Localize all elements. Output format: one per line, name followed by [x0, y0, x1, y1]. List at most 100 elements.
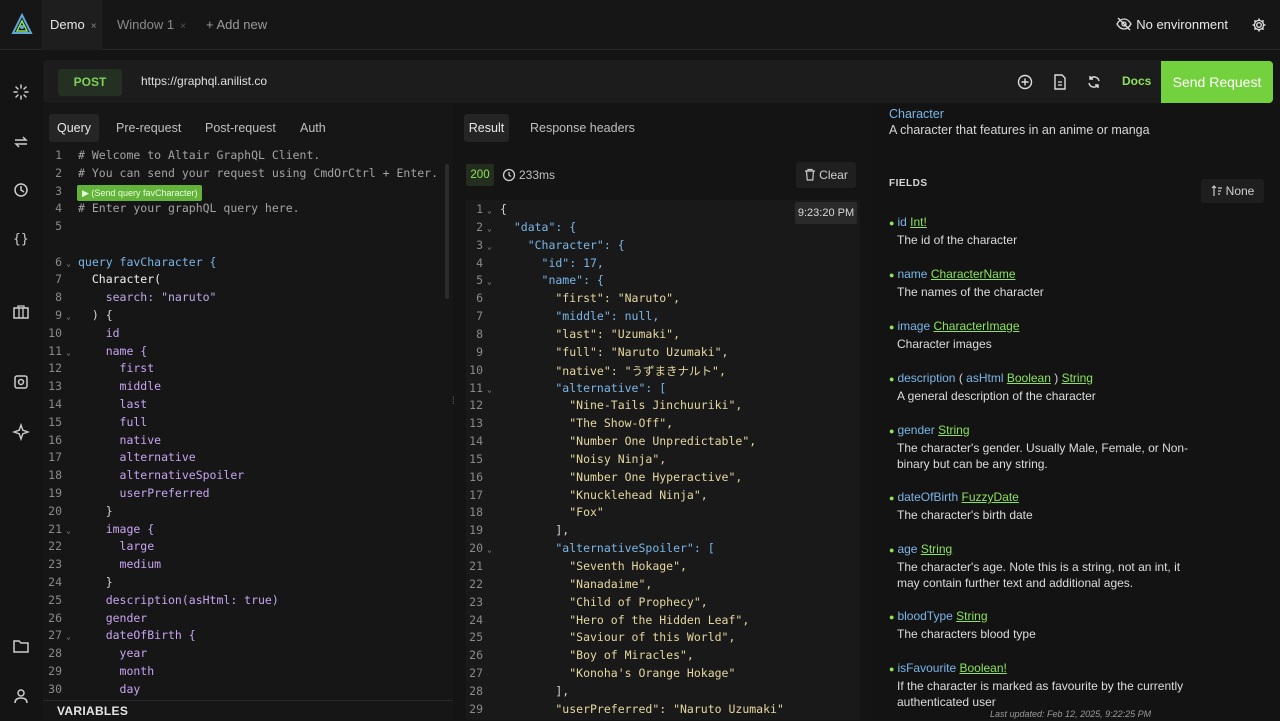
line-number: 20	[48, 503, 62, 518]
query-code-line: query favCharacter {	[78, 254, 217, 269]
field-type-link[interactable]: String	[938, 423, 969, 437]
panel-resize-handle[interactable]: ⁞	[452, 396, 457, 424]
field-description: Character images	[897, 337, 992, 351]
user-icon[interactable]	[12, 687, 30, 705]
line-number: 25	[48, 592, 62, 607]
docs-field-gender[interactable]: ● gender String The character's gender. Us…	[889, 422, 1189, 472]
field-name[interactable]: bloodType	[897, 609, 952, 623]
environment-selector[interactable]: No environment	[1116, 0, 1228, 50]
fold-chevron-icon[interactable]: ⌄	[487, 545, 492, 554]
fold-chevron-icon[interactable]: ⌄	[487, 224, 492, 233]
status-badge: 200	[466, 164, 494, 186]
close-tab-icon[interactable]: ×	[91, 21, 97, 32]
settings-gear-icon[interactable]	[1251, 17, 1267, 33]
field-type-link[interactable]: String	[921, 542, 952, 556]
tab-post-request[interactable]: Post-request	[205, 114, 276, 142]
line-number: 5	[476, 273, 483, 288]
field-type-link[interactable]: CharacterName	[931, 267, 1016, 281]
send-query-hint[interactable]: ▶ (Send query favCharacter)	[77, 185, 203, 201]
fold-chevron-icon[interactable]: ⌄	[487, 385, 492, 394]
field-type-link[interactable]: String	[956, 609, 987, 623]
field-arg-type-link[interactable]: Boolean	[1007, 371, 1051, 385]
bullet-icon: ●	[889, 218, 895, 228]
tab-demo[interactable]: Demo ×	[42, 0, 102, 50]
field-name[interactable]: gender	[897, 423, 934, 437]
fold-chevron-icon[interactable]: ⌄	[66, 312, 71, 321]
altair-logo-icon[interactable]	[11, 13, 33, 37]
sparkle-icon[interactable]	[12, 423, 30, 441]
line-number: 1	[476, 202, 483, 216]
folder-icon[interactable]	[12, 637, 30, 655]
request-bar: POST https://graphql.anilist.co Docs Sen…	[43, 60, 1273, 103]
fold-chevron-icon[interactable]: ⌄	[66, 632, 71, 641]
field-type-link[interactable]: Boolean!	[959, 661, 1006, 675]
docs-field-bloodType[interactable]: ● bloodType String The characters blood ty…	[889, 608, 1189, 642]
tab-pre-request[interactable]: Pre-request	[116, 114, 181, 142]
send-request-button[interactable]: Send Request	[1161, 61, 1273, 103]
close-tab-icon[interactable]: ×	[180, 21, 186, 32]
docs-field-isFavourite[interactable]: ● isFavourite Boolean! If the character is…	[889, 660, 1189, 710]
http-method-selector[interactable]: POST	[58, 69, 122, 96]
tab-auth[interactable]: Auth	[300, 114, 326, 142]
field-name[interactable]: dateOfBirth	[897, 490, 958, 504]
tab-response-headers[interactable]: Response headers	[530, 114, 635, 142]
docs-panel: Character A character that features in a…	[872, 104, 1280, 720]
line-number: 21	[469, 559, 483, 573]
field-arg-name[interactable]: asHtml	[966, 371, 1003, 385]
field-name[interactable]: image	[897, 319, 930, 333]
result-viewer[interactable]: 1 ⌄ {2 ⌄ "data": {3 ⌄ "Character": {4 "id": …	[466, 200, 860, 720]
fold-chevron-icon[interactable]: ⌄	[487, 206, 492, 215]
line-number: 26	[48, 610, 62, 625]
field-header: ● gender String	[889, 422, 1189, 439]
reload-icon[interactable]	[1085, 73, 1103, 91]
braces-icon[interactable]: {}	[13, 232, 31, 250]
tab-query[interactable]: Query	[49, 114, 99, 142]
sort-button[interactable]: None	[1201, 179, 1264, 203]
field-name[interactable]: age	[897, 542, 917, 556]
query-code-line: native	[78, 432, 162, 447]
url-input[interactable]: https://graphql.anilist.co	[141, 60, 267, 103]
field-name[interactable]: isFavourite	[897, 661, 956, 675]
tab-result[interactable]: Result	[464, 114, 509, 142]
refresh-arrows-icon[interactable]	[12, 133, 30, 151]
line-number: 24	[48, 574, 62, 589]
plugin-icon[interactable]	[12, 373, 30, 391]
add-query-icon[interactable]	[1016, 73, 1034, 91]
field-name[interactable]: name	[897, 267, 927, 281]
query-editor[interactable]: 1 # Welcome to Altair GraphQL Client. 2 # Y…	[43, 150, 451, 700]
fold-chevron-icon[interactable]: ⌄	[66, 259, 71, 268]
docs-field-image[interactable]: ● image CharacterImage Character images	[889, 318, 1189, 352]
history-icon[interactable]	[12, 181, 30, 199]
query-code-line: description(asHtml: true)	[78, 592, 279, 607]
docs-field-age[interactable]: ● age String The character's age. Note thi…	[889, 541, 1189, 591]
docs-field-dateOfBirth[interactable]: ● dateOfBirth FuzzyDate The character's bi…	[889, 489, 1189, 523]
docs-field-description[interactable]: ● description ( asHtml Boolean ) String A …	[889, 370, 1189, 404]
file-icon[interactable]	[1051, 73, 1069, 91]
field-type-link[interactable]: Int!	[910, 215, 927, 229]
field-name[interactable]: description	[897, 371, 955, 385]
docs-field-name[interactable]: ● name CharacterName The names of the char…	[889, 266, 1189, 300]
field-header: ● bloodType String	[889, 608, 1189, 625]
loader-icon[interactable]	[12, 83, 30, 101]
fold-chevron-icon[interactable]: ⌄	[487, 277, 492, 286]
field-type-link[interactable]: String	[1062, 371, 1093, 385]
response-time: 233ms	[502, 164, 555, 186]
editor-scrollbar[interactable]	[445, 164, 449, 299]
line-number: 18	[469, 505, 483, 520]
variables-section-toggle[interactable]: VARIABLES	[43, 700, 453, 720]
tab-window-1[interactable]: Window 1 ×	[117, 0, 186, 50]
field-type-link[interactable]: CharacterImage	[933, 319, 1019, 333]
result-code-line: "alternativeSpoiler": [	[500, 541, 715, 556]
fold-chevron-icon[interactable]: ⌄	[66, 348, 71, 357]
field-name[interactable]: id	[897, 215, 906, 229]
docs-type-title: Character	[889, 107, 944, 121]
add-new-tab-button[interactable]: + Add new	[206, 0, 267, 50]
docs-button[interactable]: Docs	[1122, 60, 1151, 103]
clear-button[interactable]: Clear	[796, 162, 856, 188]
field-type-link[interactable]: FuzzyDate	[961, 490, 1018, 504]
result-code-line: ],	[500, 523, 570, 538]
docs-field-id[interactable]: ● id Int! The id of the character	[889, 214, 1189, 248]
briefcase-icon[interactable]	[12, 303, 30, 321]
fold-chevron-icon[interactable]: ⌄	[66, 526, 71, 535]
fold-chevron-icon[interactable]: ⌄	[487, 242, 492, 251]
